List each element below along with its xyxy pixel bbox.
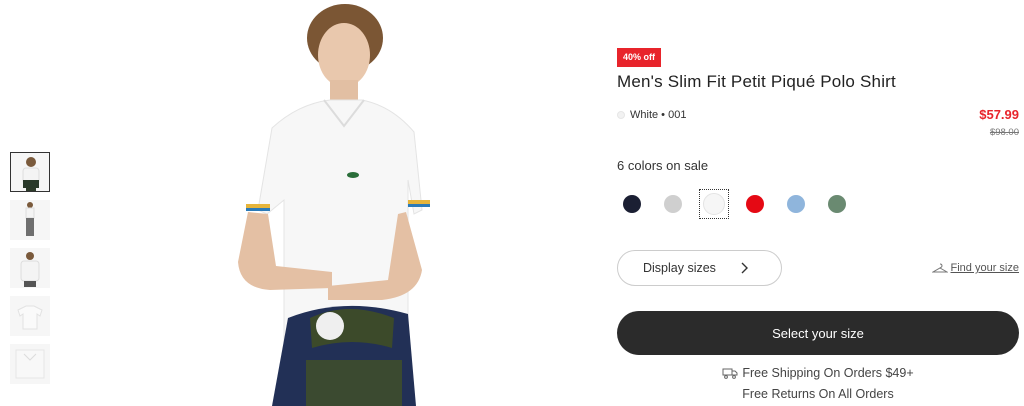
color-swatch-green[interactable]	[822, 189, 852, 219]
product-details-panel: 40% off Men's Slim Fit Petit Piqué Polo …	[617, 0, 1019, 406]
thumbnail-flat-image	[17, 305, 43, 330]
truck-icon	[722, 368, 738, 379]
discount-badge: 40% off	[617, 48, 662, 67]
thumbnail-detail[interactable]	[10, 344, 50, 384]
thumbnail-front-image	[22, 157, 40, 191]
color-swatch-circle	[664, 195, 682, 213]
product-main-image[interactable]	[62, 0, 582, 406]
select-size-button[interactable]: Select your size	[617, 311, 1019, 355]
returns-text: Free Returns On All Orders	[742, 387, 894, 401]
color-swatch-white[interactable]	[699, 189, 729, 219]
color-swatch-grey[interactable]	[658, 189, 688, 219]
color-swatch-circle	[623, 195, 641, 213]
selected-color: White • 001	[617, 109, 686, 121]
original-price: $98.00	[989, 127, 1019, 138]
thumbnail-gallery	[10, 152, 52, 392]
shipping-info: Free Shipping On Orders $49+	[617, 366, 1019, 380]
selected-color-dot	[617, 111, 625, 119]
display-sizes-button[interactable]: Display sizes	[617, 250, 782, 286]
thumbnail-full-body-image	[25, 202, 35, 236]
color-swatch-circle	[828, 195, 846, 213]
color-swatch-red[interactable]	[740, 189, 770, 219]
display-sizes-label: Display sizes	[643, 261, 716, 275]
thumbnail-back[interactable]	[10, 248, 50, 288]
color-swatch-circle	[746, 195, 764, 213]
thumbnail-front[interactable]	[10, 152, 50, 192]
hanger-icon	[931, 263, 948, 273]
color-swatch-navy[interactable]	[617, 189, 647, 219]
thumbnail-back-image	[20, 252, 40, 287]
sale-price: $57.99	[979, 107, 1019, 122]
find-your-size-link[interactable]: Find your size	[931, 262, 1019, 274]
product-title: Men's Slim Fit Petit Piqué Polo Shirt	[617, 72, 896, 91]
thumbnail-full-body[interactable]	[10, 200, 50, 240]
colors-on-sale-label: 6 colors on sale	[617, 158, 709, 173]
selected-color-name: White • 001	[630, 109, 687, 121]
shipping-text: Free Shipping On Orders $49+	[742, 366, 914, 380]
model-photo	[62, 0, 582, 406]
thumbnail-detail-image	[15, 349, 45, 379]
chevron-right-icon	[741, 262, 748, 274]
find-your-size-label: Find your size	[950, 262, 1019, 274]
color-swatch-light-blue[interactable]	[781, 189, 811, 219]
color-swatch-circle	[703, 193, 725, 215]
thumbnail-flat[interactable]	[10, 296, 50, 336]
color-swatch-circle	[787, 195, 805, 213]
